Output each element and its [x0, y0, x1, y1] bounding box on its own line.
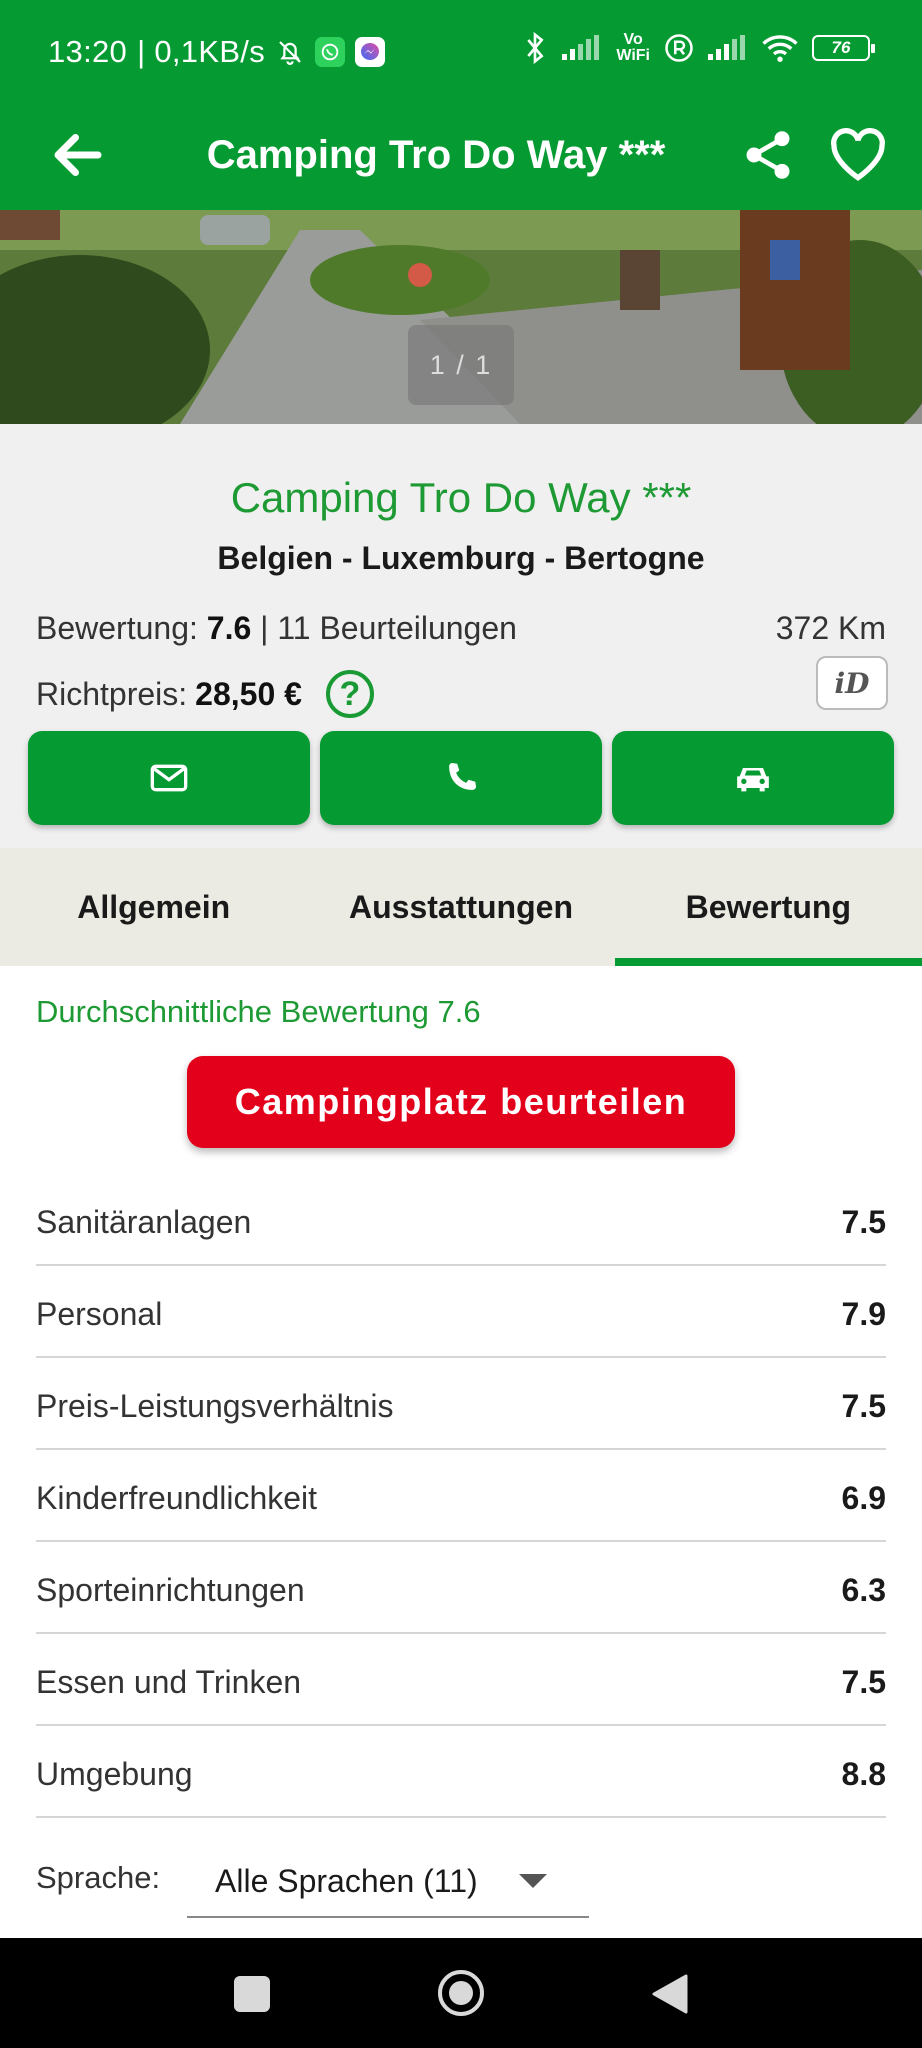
price-value: 28,50 €: [195, 675, 302, 712]
contact-actions: [28, 731, 894, 825]
network-speed: | 0,1KB/s: [137, 34, 266, 69]
back-button[interactable]: [650, 1972, 690, 2016]
tab-bewertung[interactable]: Bewertung: [614, 848, 922, 966]
battery-icon: 76: [812, 35, 875, 61]
average-rating: Durchschnittliche Bewertung 7.6: [36, 994, 481, 1029]
criteria-value: 7.9: [841, 1295, 886, 1332]
price-label: Richtpreis:: [36, 675, 188, 712]
vowifi-icon: Vo WiFi: [616, 32, 650, 64]
criteria-value: 7.5: [841, 1387, 886, 1424]
share-icon[interactable]: [740, 123, 796, 187]
help-icon[interactable]: ?: [325, 670, 374, 718]
criteria-row: Sanitäranlagen 7.5: [36, 1174, 886, 1266]
directions-button[interactable]: [612, 731, 894, 825]
whatsapp-icon: [315, 37, 346, 67]
criteria-label: Sanitäranlagen: [36, 1203, 252, 1240]
heart-icon[interactable]: [826, 123, 890, 187]
wifi-icon: [762, 35, 798, 62]
signal-icon: [562, 35, 600, 60]
criteria-list: Sanitäranlagen 7.5 Personal 7.9 Preis-Le…: [36, 1174, 886, 1818]
campsite-info: Camping Tro Do Way *** Belgien - Luxembu…: [0, 424, 922, 848]
bell-off-icon: [279, 41, 301, 65]
criteria-row: Essen und Trinken 7.5: [36, 1634, 886, 1726]
criteria-label: Essen und Trinken: [36, 1663, 302, 1700]
system-nav-bar: [0, 1938, 922, 2048]
language-select[interactable]: Alle Sprachen (11): [187, 1846, 589, 1918]
criteria-row: Sporteinrichtungen 6.3: [36, 1542, 886, 1634]
criteria-value: 6.3: [841, 1571, 886, 1608]
mail-icon: [150, 764, 188, 792]
bluetooth-icon: [527, 32, 544, 64]
app-bar: Camping Tro Do Way ***: [0, 105, 922, 210]
criteria-row: Preis-Leistungsverhältnis 7.5: [36, 1358, 886, 1450]
criteria-row: Umgebung 8.8: [36, 1726, 886, 1818]
call-button[interactable]: [320, 731, 602, 825]
campsite-photo[interactable]: 1 / 1: [0, 210, 922, 424]
tab-allgemein[interactable]: Allgemein: [0, 848, 307, 966]
language-select-value: Alle Sprachen (11): [215, 1862, 478, 1899]
status-left: 13:20 | 0,1KB/s: [48, 34, 386, 70]
status-time: 13:20: [48, 34, 128, 69]
id-badge[interactable]: iD: [816, 656, 888, 710]
price-summary: Richtpreis: 28,50 € ?: [36, 670, 374, 718]
home-button[interactable]: [436, 1968, 486, 2018]
criteria-row: Kinderfreundlichkeit 6.9: [36, 1450, 886, 1542]
phone-icon: [449, 762, 477, 790]
roaming-icon: [665, 34, 693, 62]
messenger-icon: [355, 37, 386, 67]
criteria-label: Sporteinrichtungen: [36, 1571, 305, 1608]
car-icon: [737, 768, 769, 792]
back-arrow-icon[interactable]: [48, 125, 108, 185]
criteria-row: Personal 7.9: [36, 1266, 886, 1358]
criteria-value: 7.5: [841, 1203, 886, 1240]
language-label: Sprache:: [36, 1860, 161, 1895]
criteria-label: Kinderfreundlichkeit: [36, 1479, 318, 1516]
tab-ausstattungen[interactable]: Ausstattungen: [307, 848, 614, 966]
rating-summary: Bewertung: 7.6 | 11 Beurteilungen: [36, 610, 517, 647]
rating-label: Bewertung:: [36, 610, 198, 646]
review-count: | 11 Beurteilungen: [260, 610, 517, 646]
campsite-name: Camping Tro Do Way ***: [230, 474, 692, 521]
vowifi-top: Vo: [623, 31, 643, 48]
vowifi-bottom: WiFi: [616, 47, 650, 64]
rating-value: 7.6: [206, 610, 252, 646]
rate-campsite-button[interactable]: Campingplatz beurteilen: [187, 1056, 735, 1148]
recent-apps-button[interactable]: [234, 1976, 270, 2012]
criteria-value: 8.8: [841, 1755, 886, 1792]
photo-counter: 1 / 1: [408, 325, 514, 405]
app-bar-title: Camping Tro Do Way ***: [206, 133, 666, 177]
dropdown-arrow-icon: [519, 1874, 547, 1888]
criteria-value: 6.9: [841, 1479, 886, 1516]
status-bar: 13:20 | 0,1KB/s Vo WiFi 76: [0, 0, 922, 105]
tab-bar: Allgemein Ausstattungen Bewertung: [0, 848, 922, 966]
status-right: Vo WiFi 76: [522, 32, 875, 64]
email-button[interactable]: [28, 731, 310, 825]
criteria-label: Preis-Leistungsverhältnis: [36, 1387, 394, 1424]
criteria-label: Personal: [36, 1295, 163, 1332]
criteria-value: 7.5: [841, 1663, 886, 1700]
campsite-region: Belgien - Luxemburg - Bertogne: [217, 540, 705, 576]
criteria-label: Umgebung: [36, 1755, 193, 1792]
signal-icon: [708, 35, 745, 60]
distance: 372 Km: [775, 610, 886, 646]
